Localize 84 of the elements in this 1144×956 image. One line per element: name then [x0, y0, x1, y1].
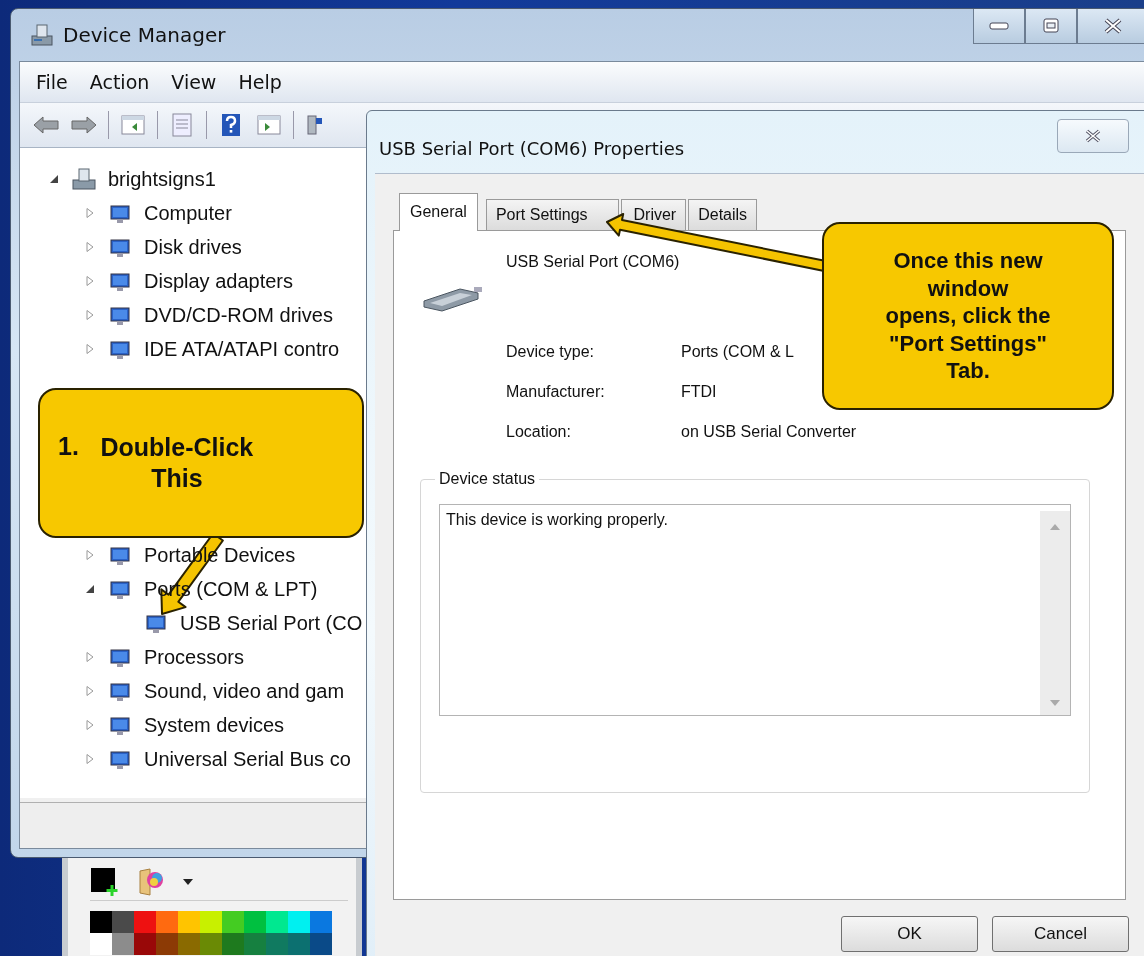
minimize-button[interactable] [973, 9, 1025, 44]
property-value: FTDI [681, 383, 718, 401]
expand-arrow-icon[interactable] [84, 685, 96, 697]
tree-item[interactable]: IDE ATA/ATAPI contro [144, 337, 340, 361]
device-icon[interactable] [304, 112, 324, 138]
close-icon [1083, 128, 1103, 144]
close-icon [1103, 17, 1123, 35]
tree-item[interactable]: System devices [144, 713, 285, 737]
menu-item[interactable]: Action [89, 71, 150, 93]
cancel-button[interactable]: Cancel [992, 916, 1129, 952]
color-swatch[interactable] [134, 911, 156, 933]
expand-arrow-icon[interactable] [84, 719, 96, 731]
tree-item[interactable]: Universal Serial Bus co [144, 747, 351, 771]
tree-item[interactable]: DVD/CD-ROM drives [144, 303, 333, 327]
tree-item[interactable]: Processors [144, 645, 245, 669]
expand-arrow-icon[interactable] [84, 651, 96, 663]
expand-arrow-icon[interactable] [84, 549, 96, 561]
menu-item[interactable]: View [171, 71, 217, 93]
scroll-down-icon[interactable] [1049, 699, 1061, 707]
action-pane-icon[interactable] [255, 112, 283, 138]
expand-arrow-icon[interactable] [84, 309, 96, 321]
ok-button[interactable]: OK [841, 916, 978, 952]
color-picker-icon[interactable] [136, 867, 166, 897]
tab[interactable]: General [399, 193, 478, 231]
tree-pane-icon[interactable] [119, 112, 147, 138]
property-label: Location: [506, 423, 572, 441]
callout-text: Double-Click This [99, 432, 255, 495]
window-title: Device Manager [63, 23, 226, 47]
tree-item[interactable]: Disk drives [144, 235, 242, 259]
color-swatch[interactable] [112, 911, 134, 933]
property-value: on USB Serial Converter [681, 423, 858, 441]
tree-item[interactable]: USB Serial Port (CO [180, 611, 363, 635]
callout-text: Once this new window opens, click the "Port Settings" Tab. [884, 247, 1052, 385]
color-swatch[interactable] [178, 911, 200, 933]
color-swatch[interactable] [222, 933, 244, 955]
minimize-icon [988, 20, 1010, 32]
tab[interactable]: Port Settings [485, 199, 619, 230]
color-swatch[interactable] [178, 933, 200, 955]
maximize-icon [1041, 17, 1061, 35]
tree-item[interactable]: Display adapters [144, 269, 293, 293]
expand-arrow-icon[interactable] [84, 207, 96, 219]
tab[interactable]: Details [688, 199, 758, 230]
color-swatch[interactable] [156, 933, 178, 955]
expand-arrow-icon[interactable] [84, 241, 96, 253]
color-swatch[interactable] [200, 933, 222, 955]
property-label: Manufacturer: [506, 383, 606, 401]
color-swatch[interactable] [112, 933, 134, 955]
callout-number: 1. [58, 432, 79, 461]
color-swatch[interactable] [310, 933, 332, 955]
color-swatch[interactable] [310, 911, 332, 933]
color-swatch[interactable] [90, 933, 112, 955]
color-swatch[interactable] [156, 911, 178, 933]
tree-item[interactable]: Computer [144, 201, 232, 225]
color-swatch[interactable] [266, 933, 288, 955]
expand-arrow-icon[interactable] [84, 343, 96, 355]
expand-arrow-icon[interactable] [84, 275, 96, 287]
collapse-arrow-icon[interactable] [48, 173, 60, 185]
add-color-icon[interactable] [90, 867, 120, 897]
scroll-up-icon[interactable] [1049, 523, 1061, 531]
tree-item[interactable]: brightsigns1 [108, 167, 216, 191]
color-swatch[interactable] [288, 911, 310, 933]
menu-item[interactable]: File [36, 71, 68, 93]
color-swatch[interactable] [222, 911, 244, 933]
collapse-arrow-icon[interactable] [84, 583, 96, 595]
color-swatch[interactable] [200, 911, 222, 933]
color-swatch[interactable] [266, 911, 288, 933]
color-swatch[interactable] [134, 933, 156, 955]
close-button[interactable] [1077, 9, 1144, 44]
color-swatch[interactable] [244, 933, 266, 955]
caret-icon[interactable] [182, 878, 194, 886]
menu-item[interactable]: Help [238, 71, 282, 93]
color-swatch[interactable] [288, 933, 310, 955]
tree-item[interactable]: Sound, video and gam [144, 679, 345, 703]
dialog-title: USB Serial Port (COM6) Properties [379, 137, 685, 159]
property-label: Device type: [506, 343, 596, 361]
expand-arrow-icon[interactable] [84, 753, 96, 765]
color-swatch[interactable] [244, 911, 266, 933]
maximize-button[interactable] [1025, 9, 1077, 44]
scrollbar[interactable] [1040, 511, 1070, 715]
device-manager-icon [29, 22, 55, 48]
device-name: USB Serial Port (COM6) [506, 253, 680, 271]
status-text: This device is working properly. [446, 511, 669, 530]
color-swatch[interactable] [90, 911, 112, 933]
close-button[interactable] [1057, 119, 1129, 153]
